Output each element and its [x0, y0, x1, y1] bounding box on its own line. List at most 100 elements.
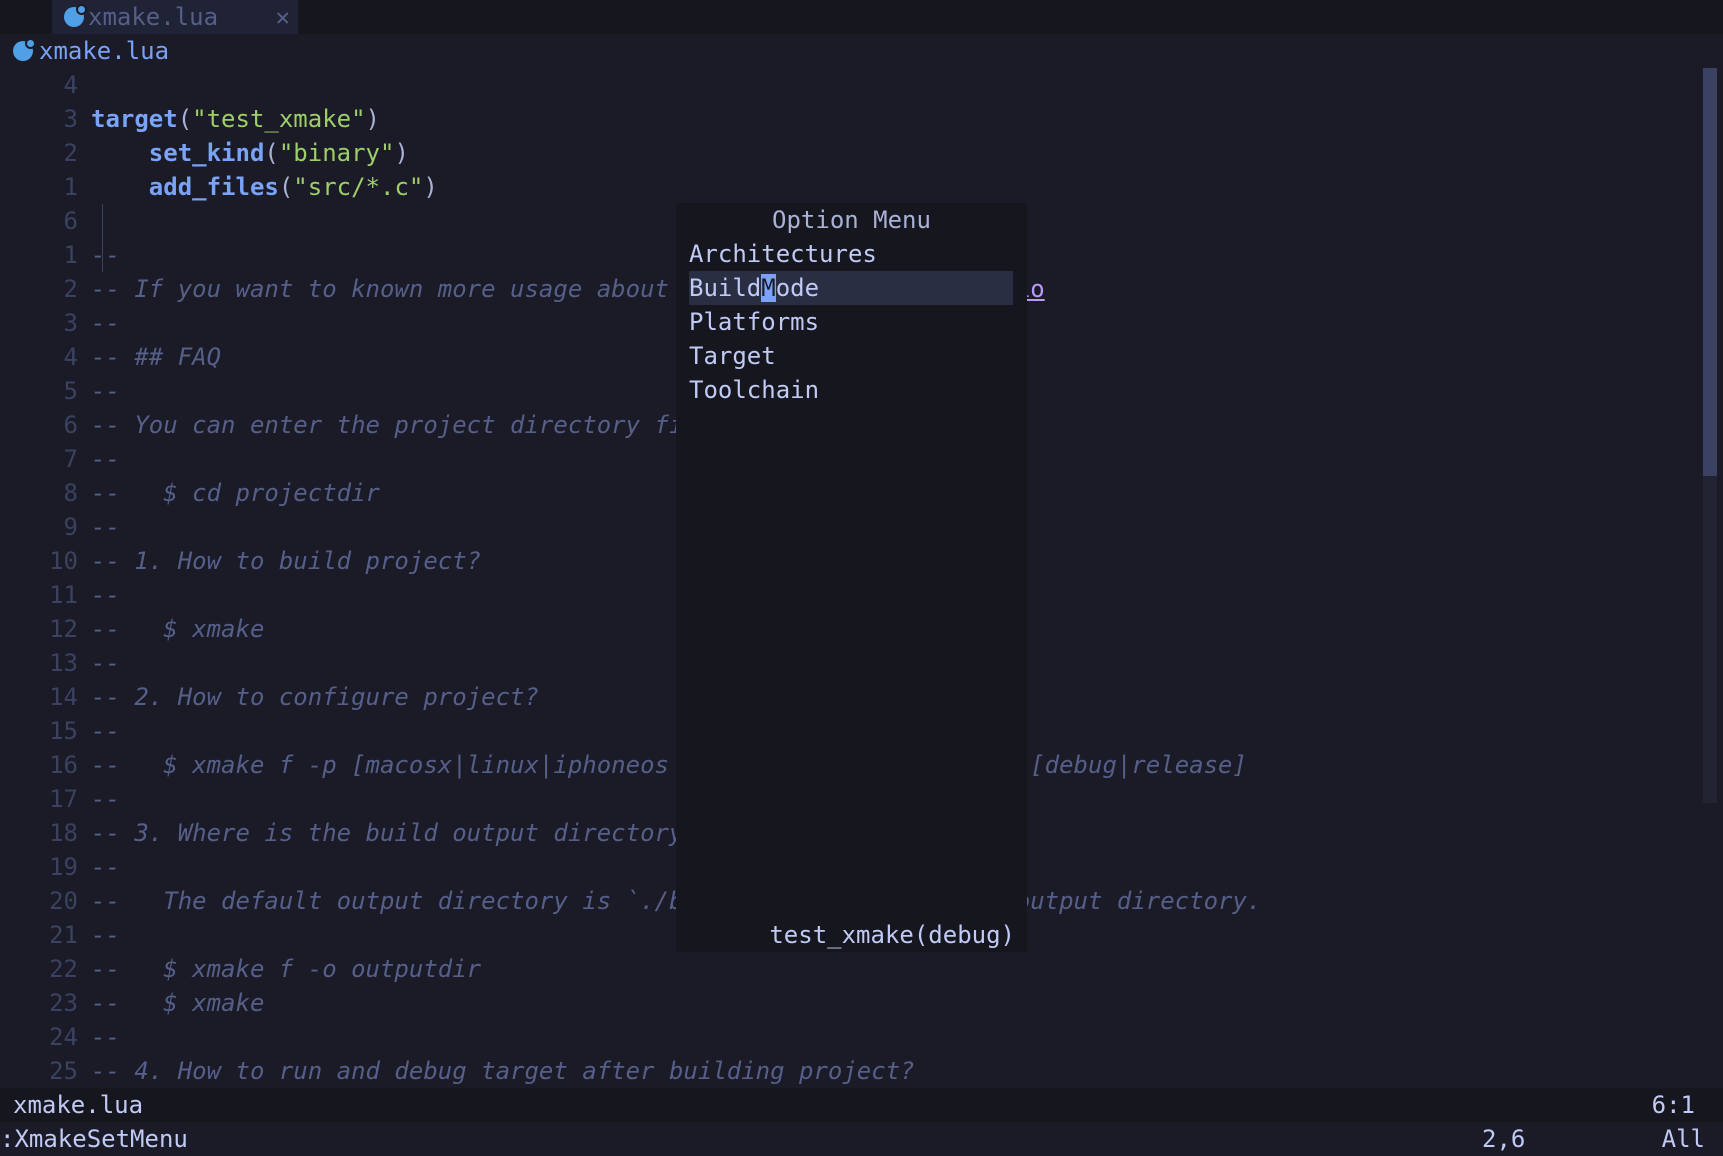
code-token: ) [365, 105, 380, 133]
line-number: 2 [63, 275, 78, 303]
line-code: -- [91, 306, 120, 340]
code-token: -- $ xmake [91, 989, 265, 1017]
line-code: -- [91, 374, 120, 408]
code-token: -- [91, 513, 120, 541]
code-token: ( [278, 173, 294, 201]
code-token: ( [264, 139, 279, 167]
line-number: 3 [63, 309, 78, 337]
code-token: -- 1. How to build project? [91, 547, 482, 575]
code-token: -- $ xmake f -o outputdir [91, 955, 482, 983]
menu-item-label-pre: Build [689, 274, 762, 302]
line-code: -- [91, 918, 120, 952]
code-token: -- 3. Where is the build output director… [91, 819, 698, 847]
line-number: 14 [49, 683, 78, 711]
lua-file-icon [64, 4, 87, 27]
menu-item-architectures[interactable]: Architectures [689, 237, 1013, 271]
winbar-filename: xmake.lua [39, 37, 170, 65]
ruler: 2,6 [1482, 1125, 1526, 1153]
line-number: 5 [63, 377, 78, 405]
code-token: "binary" [278, 139, 395, 167]
line-number: 11 [49, 581, 78, 609]
line-number: 6 [63, 411, 78, 439]
code-token: -- [91, 445, 120, 473]
scrollbar[interactable] [1703, 68, 1717, 803]
code-token: add_files [148, 173, 279, 201]
code-line[interactable]: 2 set_kind("binary") [0, 136, 1700, 170]
line-code: add_files("src/*.c") [91, 170, 438, 204]
tab-xmake-lua[interactable]: xmake.lua ✕ [52, 0, 298, 34]
line-code: -- [91, 850, 120, 884]
line-code: -- 4. How to run and debug target after … [91, 1054, 915, 1088]
text-cursor: M [761, 274, 776, 302]
line-number: 19 [49, 853, 78, 881]
tabline: xmake.lua ✕ [0, 0, 1723, 34]
line-number: 23 [49, 989, 78, 1017]
line-number: 8 [63, 479, 78, 507]
code-token: ( [177, 105, 193, 133]
code-line[interactable]: 3 target("test_xmake") [0, 102, 1700, 136]
line-number: 3 [63, 105, 78, 133]
menu-item-buildmode[interactable]: BuildMode [689, 271, 1013, 305]
line-code: -- [91, 510, 120, 544]
close-icon[interactable]: ✕ [276, 3, 290, 31]
command-text: :XmakeSetMenu [0, 1125, 188, 1153]
code-token: ) [394, 139, 409, 167]
line-number: 13 [49, 649, 78, 677]
scrollbar-thumb[interactable] [1703, 68, 1717, 476]
code-token: "test_xmake" [192, 105, 366, 133]
line-number: 24 [49, 1023, 78, 1051]
line-code: -- 3. Where is the build output director… [91, 816, 698, 850]
option-menu-title: Option Menu [772, 206, 931, 234]
line-number: 4 [63, 343, 78, 371]
scroll-indicator: All [1661, 1125, 1705, 1153]
line-code: -- [91, 646, 120, 680]
line-code: -- $ xmake [91, 612, 264, 646]
code-line[interactable]: 22 -- $ xmake f -o outputdir [0, 952, 1700, 986]
code-line[interactable]: 25 -- 4. How to run and debug target afte… [0, 1054, 1700, 1088]
line-code: -- $ cd projectdir [91, 476, 380, 510]
code-line[interactable]: 24 -- [0, 1020, 1700, 1054]
option-menu: Option Menu Architectures BuildMode Plat… [676, 203, 1027, 952]
code-token: -- [91, 785, 120, 813]
code-line[interactable]: 23 -- $ xmake [0, 986, 1700, 1020]
code-token: -- [91, 649, 120, 677]
lua-file-icon [13, 38, 36, 61]
line-number: 7 [63, 445, 78, 473]
menu-item-toolchain[interactable]: Toolchain [689, 373, 1013, 407]
menu-item-platforms[interactable]: Platforms [689, 305, 1013, 339]
winbar: xmake.lua [0, 34, 1723, 68]
code-token: set_kind [148, 139, 265, 167]
code-line[interactable]: 1 add_files("src/*.c") [0, 170, 1700, 204]
code-token: -- [91, 377, 120, 405]
line-number: 12 [49, 615, 78, 643]
code-token: -- [91, 581, 120, 609]
code-token: -- $ cd projectdir [91, 479, 380, 507]
code-token: -- 4. How to run and debug target after … [91, 1057, 915, 1085]
line-code: -- You can enter the project directory f… [91, 408, 741, 442]
line-code: -- [91, 238, 120, 272]
line-code: -- ## FAQ [91, 340, 221, 374]
line-code: -- [91, 714, 120, 748]
command-line[interactable]: :XmakeSetMenu 2,6 All [0, 1122, 1723, 1156]
code-token: target [91, 105, 178, 133]
menu-item-target[interactable]: Target [689, 339, 1013, 373]
tab-label: xmake.lua [88, 3, 219, 31]
line-code: -- $ xmake f -p [macosx|linux|iphoneos .… [91, 748, 1247, 782]
code-token: -- [91, 1023, 120, 1051]
code-line[interactable]: 4 [0, 68, 1700, 102]
code-token: -- [91, 309, 120, 337]
line-number: 16 [49, 751, 78, 779]
code-token: -- [91, 853, 120, 881]
line-number: 9 [63, 513, 78, 541]
line-number: 1 [63, 173, 78, 201]
option-menu-footer: test_xmake(debug) [769, 921, 1015, 949]
line-number: 15 [49, 717, 78, 745]
line-number: 2 [63, 139, 78, 167]
line-code: -- $ xmake f -o outputdir [91, 952, 481, 986]
code-token: -- If you want to known more usage about… [91, 275, 742, 303]
menu-item-label-post: ode [775, 274, 820, 302]
line-code: -- 2. How to configure project? [91, 680, 539, 714]
statusline: xmake.lua 6:1 [0, 1088, 1723, 1122]
code-token: -- [91, 241, 120, 269]
